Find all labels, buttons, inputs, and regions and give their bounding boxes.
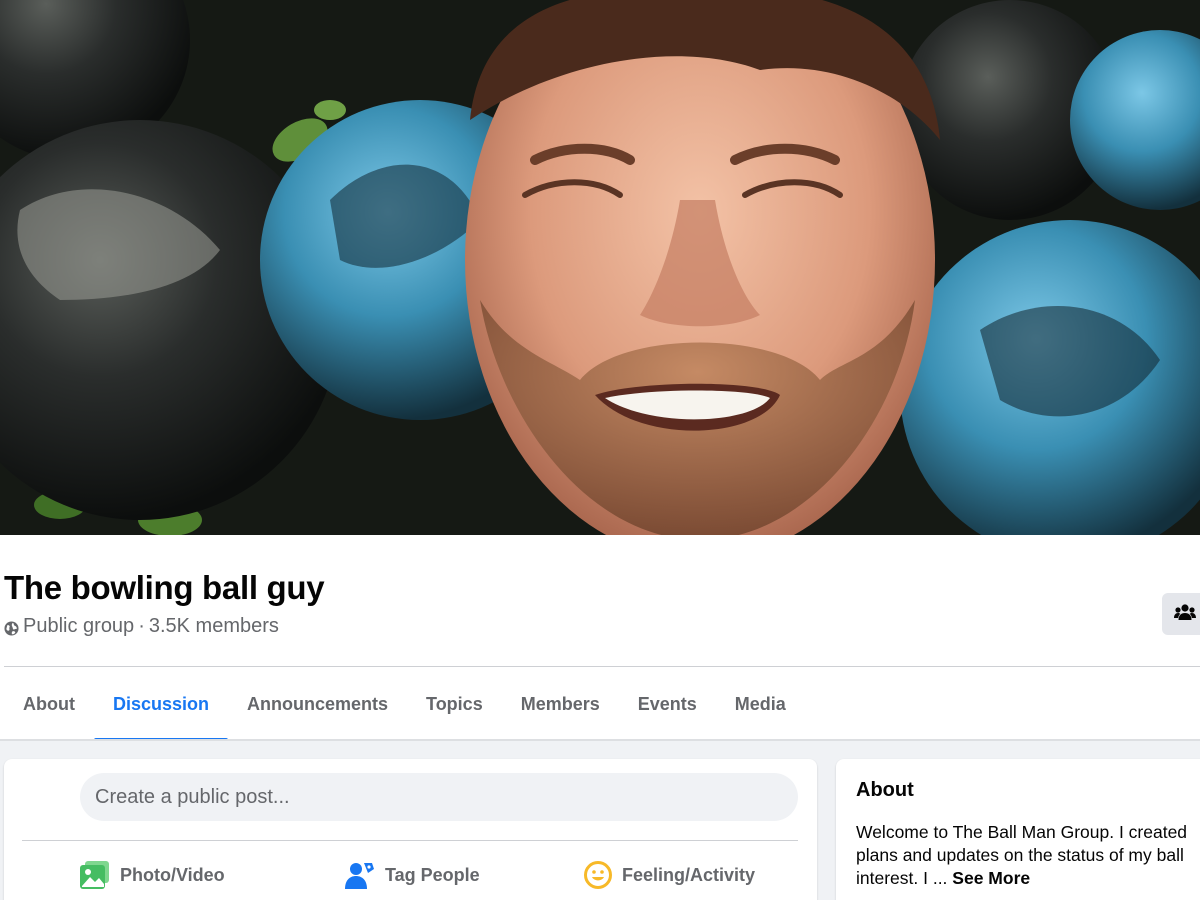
cover-photo[interactable] <box>0 0 1200 535</box>
tab-events[interactable]: Events <box>619 667 716 741</box>
post-composer: Photo/Video Tag People <box>4 759 817 900</box>
tab-label: Members <box>520 693 600 714</box>
about-line-last: interest. I ... See More <box>856 867 1200 890</box>
privacy-label[interactable]: Public group <box>23 615 134 638</box>
tab-label: Announcements <box>247 693 389 714</box>
about-card: About Welcome to The Ball Man Group. I c… <box>836 759 1200 900</box>
tag-people-icon <box>345 860 375 890</box>
tab-about[interactable]: About <box>4 667 94 741</box>
tag-people-button[interactable]: Tag People <box>345 856 480 894</box>
tab-label: Media <box>734 693 786 714</box>
tab-label: About <box>23 693 75 714</box>
photo-video-button[interactable]: Photo/Video <box>80 856 225 894</box>
composer-divider <box>22 840 798 841</box>
tab-members[interactable]: Members <box>502 667 619 741</box>
tab-label: Topics <box>426 693 483 714</box>
tab-label: Events <box>637 693 697 714</box>
group-name[interactable]: The bowling ball guy <box>4 569 325 607</box>
tab-discussion[interactable]: Discussion <box>93 667 229 741</box>
tab-announcements[interactable]: Announcements <box>228 667 407 741</box>
tag-people-label: Tag People <box>385 864 480 885</box>
feeling-activity-label: Feeling/Activity <box>622 864 756 885</box>
group-tabs: About Discussion Announcements Topics Me… <box>4 667 805 741</box>
header-bottom-border <box>0 739 1200 741</box>
tab-topics[interactable]: Topics <box>407 667 502 741</box>
about-line-text: interest. I ... <box>856 868 953 888</box>
tab-label: Discussion <box>112 693 210 714</box>
about-line: Welcome to The Ball Man Group. I created <box>856 822 1188 842</box>
group-header: The bowling ball guy Public group · 3.5K… <box>0 535 1200 741</box>
photo-icon <box>80 861 110 889</box>
invite-members-button[interactable] <box>1162 593 1200 635</box>
about-line: plans and updates on the status of my ba… <box>856 845 1184 865</box>
create-post-input[interactable] <box>80 773 798 821</box>
globe-icon <box>4 619 19 636</box>
cover-photo-image <box>0 0 1200 535</box>
tab-media[interactable]: Media <box>716 667 805 741</box>
meta-separator: · <box>138 615 145 637</box>
facebook-group-page: The bowling ball guy Public group · 3.5K… <box>0 0 1200 900</box>
group-meta: Public group · 3.5K members <box>4 615 279 638</box>
photo-video-label: Photo/Video <box>120 864 225 885</box>
see-more-link[interactable]: See More <box>952 868 1030 888</box>
member-count[interactable]: 3.5K members <box>149 615 279 638</box>
about-description: Welcome to The Ball Man Group. I created… <box>856 821 1200 890</box>
about-title: About <box>856 779 914 801</box>
feeling-activity-button[interactable]: Feeling/Activity <box>584 856 755 894</box>
feeling-icon <box>584 861 612 889</box>
people-icon <box>1174 603 1196 626</box>
